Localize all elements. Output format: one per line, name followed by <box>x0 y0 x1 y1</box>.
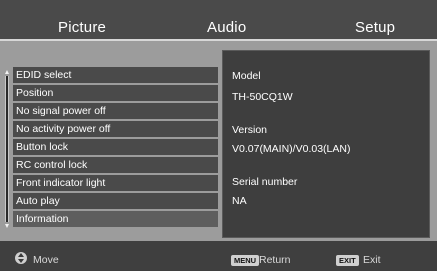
move-label: Move <box>33 254 59 266</box>
model-value: TH-50CQ1W <box>232 91 293 103</box>
exit-label: Exit <box>363 254 381 266</box>
menu-item-edid-select[interactable]: EDID select <box>13 67 218 83</box>
menu-item-no-activity-power-off[interactable]: No activity power off <box>13 121 218 137</box>
setup-menu-list: EDID select Position No signal power off… <box>13 67 218 229</box>
osd-screen: Picture Audio Setup EDID select Position… <box>0 0 437 271</box>
tab-picture[interactable]: Picture <box>58 19 106 36</box>
serial-heading: Serial number <box>232 176 298 188</box>
version-heading: Version <box>232 124 268 136</box>
menu-key-badge: MENU <box>231 255 260 266</box>
menu-item-auto-play[interactable]: Auto play <box>13 193 218 209</box>
tab-audio[interactable]: Audio <box>207 19 246 36</box>
tab-setup[interactable]: Setup <box>355 19 395 36</box>
up-down-arrows-icon <box>15 252 27 264</box>
return-label: Return <box>259 254 291 266</box>
menu-item-no-signal-power-off[interactable]: No signal power off <box>13 103 218 119</box>
menu-item-front-indicator-light[interactable]: Front indicator light <box>13 175 218 191</box>
serial-value: NA <box>232 195 247 207</box>
version-value: V0.07(MAIN)/V0.03(LAN) <box>232 143 351 155</box>
menu-item-position[interactable]: Position <box>13 85 218 101</box>
information-box: Model TH-50CQ1W Version V0.07(MAIN)/V0.0… <box>222 50 430 238</box>
exit-key-badge: EXIT <box>336 255 359 266</box>
scroll-up-icon[interactable] <box>5 70 9 74</box>
model-heading: Model <box>232 70 261 82</box>
scrollbar-thumb[interactable] <box>6 76 8 222</box>
menu-item-button-lock[interactable]: Button lock <box>13 139 218 155</box>
menu-item-rc-control-lock[interactable]: RC control lock <box>13 157 218 173</box>
tab-bar: Picture Audio Setup <box>0 0 437 40</box>
scroll-down-icon[interactable] <box>5 224 9 228</box>
menu-item-information[interactable]: Information <box>13 211 218 227</box>
